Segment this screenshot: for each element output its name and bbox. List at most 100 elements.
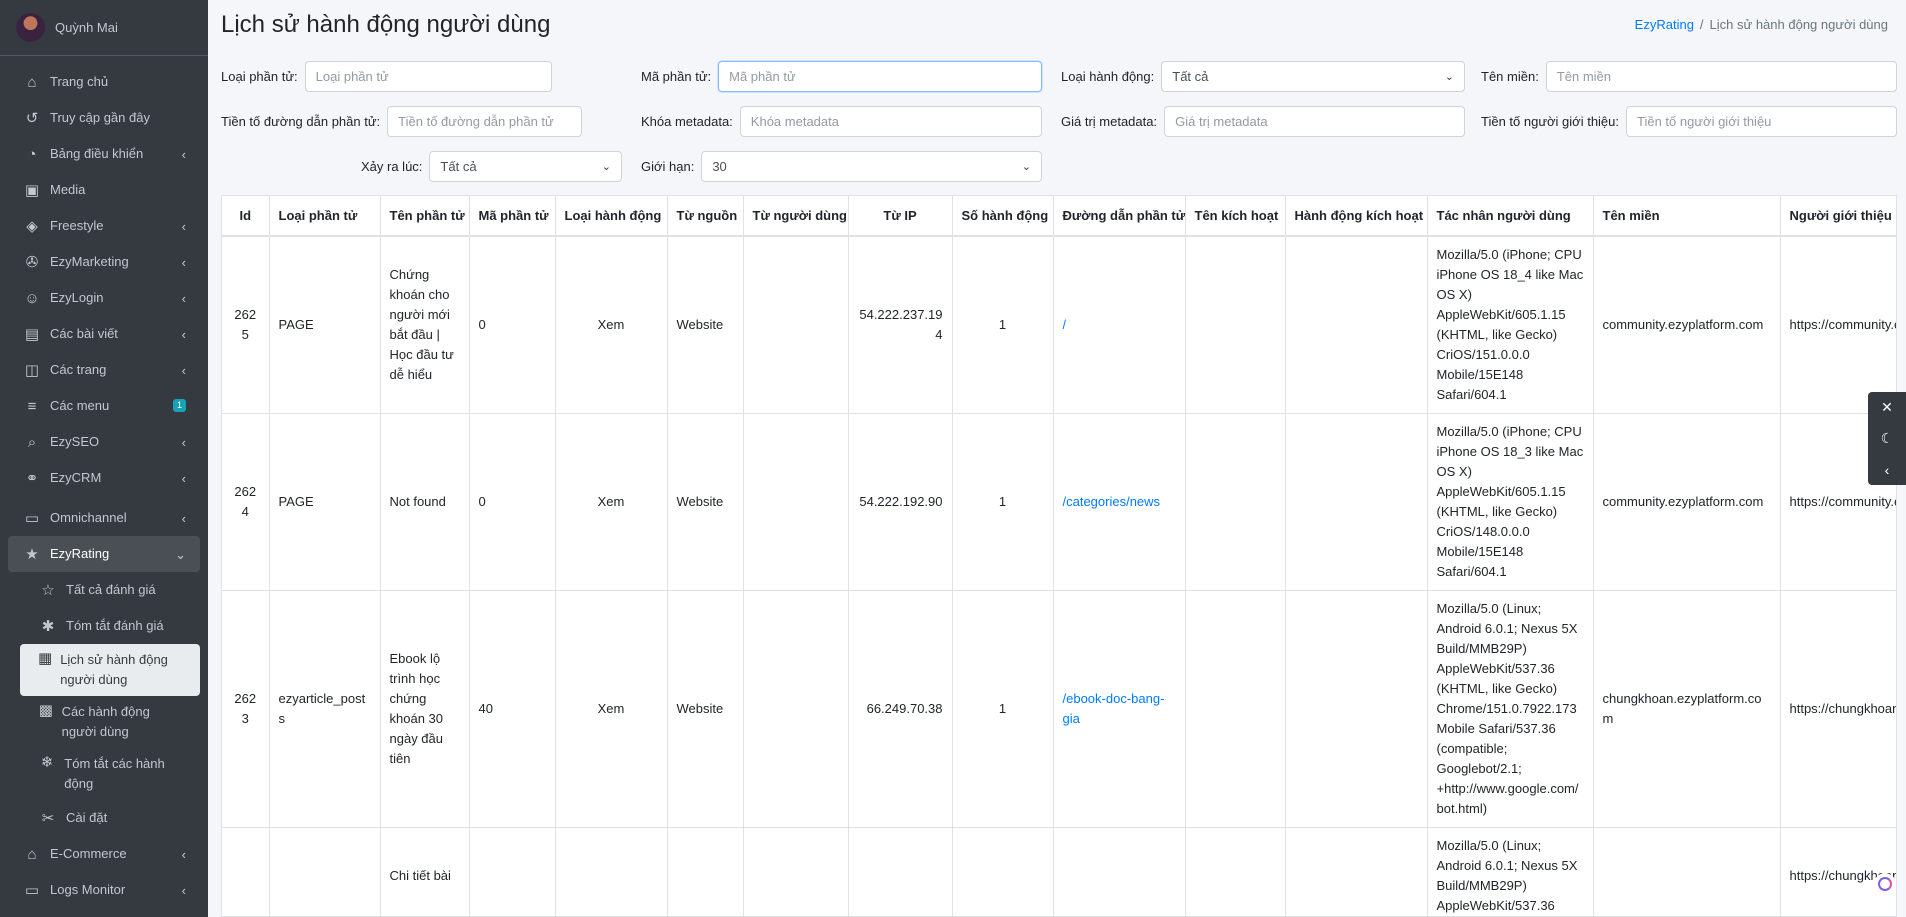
sidebar-item-label: Tất cả đánh giá bbox=[66, 582, 156, 597]
filter-metadata-key: Khóa metadata: Khóa metadata bbox=[641, 106, 1042, 137]
cell-path bbox=[1053, 827, 1186, 916]
table-row[interactable]: 2624 PAGE Not found 0 Xem Website 54.222.192.9… bbox=[222, 413, 1896, 591]
sidebar-item-tools[interactable]: ✂ Cài đặt bbox=[20, 800, 200, 836]
filter-element-id-label: Mã phần tử: bbox=[641, 69, 712, 84]
columns-icon: ◫ bbox=[24, 362, 40, 379]
column-header[interactable]: Tên kích hoạt bbox=[1185, 196, 1286, 237]
avatar[interactable] bbox=[16, 13, 45, 42]
sidebar-item-dashboard[interactable]: ◔ Bảng điều khiển ‹ bbox=[8, 136, 200, 172]
happened-at-select[interactable]: Tất cả ⌄ bbox=[429, 151, 622, 182]
cell-domain: community.ezyplatform.com bbox=[1593, 413, 1781, 591]
megaphone-icon: ✇ bbox=[25, 254, 39, 271]
table-row[interactable]: 2623 ezyarticle_posts Ebook lộ trình học c… bbox=[222, 590, 1896, 828]
sidebar-item-user-lock[interactable]: ☺ EzyLogin ‹ bbox=[8, 280, 200, 316]
path-prefix-input[interactable]: Tiền tố đường dẫn phần tử bbox=[387, 106, 582, 137]
chevron-down-icon: ⌄ bbox=[1444, 71, 1454, 83]
breadcrumb-link-ezyrating[interactable]: EzyRating bbox=[1635, 17, 1694, 32]
cube-icon: ◈ bbox=[26, 218, 38, 235]
shop-icon: ⌂ bbox=[27, 845, 37, 863]
star-icon: ★ bbox=[25, 546, 39, 563]
sidebar-item-shop[interactable]: ⌂ E-Commerce ‹ bbox=[8, 836, 200, 872]
metadata-value-input[interactable]: Giá trị metadata bbox=[1164, 106, 1465, 137]
element-path-link[interactable]: / bbox=[1063, 317, 1067, 332]
sidebar-item-search[interactable]: ⌕ EzySEO ‹ bbox=[8, 424, 200, 460]
sidebar-item-bars[interactable]: ≡ Các menu 1 bbox=[8, 388, 200, 424]
bars-icon: ≡ bbox=[27, 397, 37, 415]
column-header[interactable]: Id bbox=[222, 196, 270, 237]
chevron-left-icon[interactable]: ‹ bbox=[1868, 454, 1906, 485]
sidebar-item-grid[interactable]: ▦ Lịch sử hành động người dùng bbox=[20, 644, 200, 696]
column-header[interactable]: Số hành động bbox=[952, 196, 1054, 237]
assistant-icon[interactable] bbox=[1874, 873, 1896, 895]
table-header-row: Id Loại phần tử Tên phần tử Mã phần tử Loại … bbox=[222, 196, 1896, 237]
sidebar-item-megaphone[interactable]: ✇ EzyMarketing ‹ bbox=[8, 244, 200, 280]
column-header[interactable]: Mã phần tử bbox=[469, 196, 556, 237]
cell-referrer: https://chungkhoan bbox=[1780, 827, 1896, 916]
sidebar-item-home[interactable]: ⌂ Trang chủ bbox=[8, 64, 200, 100]
sidebar-item-puzzle[interactable]: ✦Modules‹ bbox=[8, 908, 200, 917]
sidebar-item-star[interactable]: ★ EzyRating ⌄ bbox=[8, 536, 200, 572]
filter-action-type-label: Loại hành động: bbox=[1061, 69, 1155, 84]
grid-icon: ▦ bbox=[38, 650, 53, 667]
referrer-prefix-input[interactable]: Tiền tố người giới thiệu bbox=[1626, 106, 1897, 137]
column-header[interactable]: Đường dẫn phần tử bbox=[1053, 196, 1186, 237]
sidebar-item-inbox[interactable]: ▭ Omnichannel ‹ bbox=[8, 500, 200, 536]
sidebar-item-cube[interactable]: ◈ Freestyle ‹ bbox=[8, 208, 200, 244]
sidebar-item-grid-large[interactable]: ▩ Các hành động người dùng bbox=[20, 696, 200, 748]
element-id-input[interactable]: Mã phần tử bbox=[718, 61, 1042, 92]
sidebar-item-handshake[interactable]: ⚭ EzyCRM ‹ bbox=[8, 460, 200, 496]
monitor-icon: ▭ bbox=[24, 882, 40, 899]
chevron-left-icon: ‹ bbox=[181, 847, 186, 862]
column-header[interactable]: Từ người dùng bbox=[743, 196, 849, 237]
cell-type: ezyarticle_posts bbox=[269, 590, 381, 828]
element-path-link[interactable]: /ebook-doc-bang-gia bbox=[1063, 691, 1165, 726]
column-header[interactable]: Từ nguồn bbox=[667, 196, 744, 237]
dashboard-icon: ◔ bbox=[27, 145, 37, 163]
filter-referrer-prefix: Tiền tố người giới thiệu: Tiền tố người … bbox=[1481, 106, 1897, 137]
column-header[interactable]: Tên phần tử bbox=[380, 196, 470, 237]
metadata-key-input[interactable]: Khóa metadata bbox=[739, 106, 1042, 137]
limit-select[interactable]: 30 ⌄ bbox=[701, 151, 1042, 182]
sidebar-item-image[interactable]: ▣ Media bbox=[8, 172, 200, 208]
user-name[interactable]: Quỳnh Mai bbox=[55, 20, 118, 35]
domain-input[interactable]: Tên miền bbox=[1545, 61, 1897, 92]
filter-metadata-value-label: Giá trị metadata: bbox=[1061, 114, 1158, 129]
sidebar-item-columns[interactable]: ◫ Các trang ‹ bbox=[8, 352, 200, 388]
sidebar-item-monitor[interactable]: ▭ Logs Monitor ‹ bbox=[8, 872, 200, 908]
column-header[interactable]: Loại hành động bbox=[555, 196, 668, 237]
filter-referrer-prefix-label: Tiền tố người giới thiệu: bbox=[1481, 114, 1620, 129]
sidebar-item-article[interactable]: ▤ Các bài viết ‹ bbox=[8, 316, 200, 352]
cell-action: Xem bbox=[555, 413, 668, 591]
actions-table-container[interactable]: Id Loại phần tử Tên phần tử Mã phần tử Loại … bbox=[221, 195, 1897, 917]
column-header[interactable]: Người giới thiệu bbox=[1780, 196, 1896, 237]
column-header[interactable]: Loại phần tử bbox=[269, 196, 381, 237]
tools-icon: ✂ bbox=[41, 810, 55, 827]
column-header[interactable]: Tác nhân người dùng bbox=[1427, 196, 1594, 237]
cell-user bbox=[743, 590, 849, 828]
cell-source: Website bbox=[667, 590, 744, 828]
sidebar-item-star-half[interactable]: ☆ Tất cả đánh giá bbox=[20, 572, 200, 608]
element-type-input[interactable]: Loại phần tử bbox=[304, 61, 552, 92]
column-header[interactable]: Từ IP bbox=[848, 196, 953, 237]
action-type-select[interactable]: Tất cả ⌄ bbox=[1161, 61, 1465, 92]
cell-agent: Mozilla/5.0 (Linux; Android 6.0.1; Nexus… bbox=[1427, 590, 1594, 828]
sidebar-item-asterisk[interactable]: ✱ Tóm tắt đánh giá bbox=[20, 608, 200, 644]
table-row[interactable]: Chi tiết bài Mozilla/5.0 (Linux; Android … bbox=[222, 827, 1896, 916]
home-icon: ⌂ bbox=[27, 73, 37, 91]
column-header[interactable]: Hành động kích hoạt bbox=[1285, 196, 1428, 237]
close-icon[interactable]: ✕ bbox=[1868, 392, 1906, 423]
user-panel[interactable]: Quỳnh Mai bbox=[0, 0, 208, 56]
sidebar-item-label: Tóm tắt các hành động bbox=[64, 756, 165, 791]
table-row[interactable]: 2625 PAGE Chứng khoán cho người mới bắt đầ… bbox=[222, 236, 1896, 414]
sidebar-item-history[interactable]: ↺ Truy cập gần đây bbox=[8, 100, 200, 136]
sidebar-item-snowflake[interactable]: ❄ Tóm tắt các hành động bbox=[20, 748, 200, 800]
sidebar-item-label: E-Commerce bbox=[50, 846, 127, 861]
column-header[interactable]: Tên miền bbox=[1593, 196, 1781, 237]
chevron-down-icon: ⌄ bbox=[601, 161, 611, 173]
menu-count-badge: 1 bbox=[172, 399, 186, 412]
sidebar-item-label: Các trang bbox=[50, 362, 107, 377]
element-path-link[interactable]: /categories/news bbox=[1063, 494, 1161, 509]
moon-icon[interactable]: ☾ bbox=[1868, 423, 1906, 454]
cell-type: PAGE bbox=[269, 413, 381, 591]
page-title: Lịch sử hành động người dùng bbox=[221, 11, 551, 38]
